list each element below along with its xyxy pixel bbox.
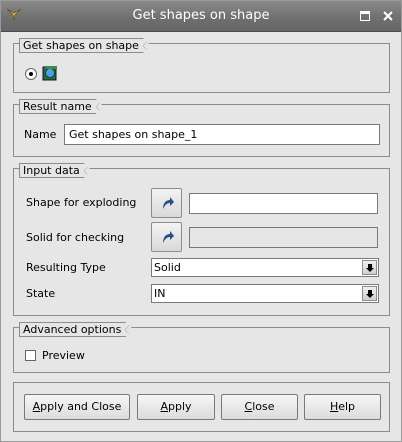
down-arrow-icon[interactable]	[362, 260, 377, 275]
apply-button[interactable]: Apply	[137, 394, 215, 420]
advanced-options-group-title: Advanced options	[19, 322, 133, 337]
preview-label: Preview	[42, 349, 85, 362]
close-icon[interactable]	[381, 9, 395, 23]
input-data-group-title: Input data	[19, 163, 92, 178]
resulting-type-value: Solid	[154, 261, 181, 274]
shape-constructor-icon	[42, 66, 57, 81]
solid-for-checking-label: Solid for checking	[26, 231, 125, 244]
shape-field[interactable]	[189, 193, 378, 214]
result-name-group-title: Result name	[19, 99, 104, 114]
state-value: IN	[154, 287, 166, 300]
solid-field[interactable]	[189, 227, 378, 248]
shapes-group-title: Get shapes on shape	[19, 38, 151, 53]
help-button[interactable]: Help	[304, 394, 381, 420]
advanced-options-group: Advanced options Preview	[13, 327, 390, 373]
title-bar: Get shapes on shape	[1, 1, 401, 32]
dialog-window: Get shapes on shape Get shapes on shape …	[0, 0, 402, 442]
close-button[interactable]: Close	[221, 394, 298, 420]
name-label: Name	[24, 128, 57, 141]
shape-select-button[interactable]	[151, 188, 182, 218]
apply-and-close-button[interactable]: Apply and Close	[24, 394, 130, 420]
state-label: State	[26, 287, 56, 300]
state-combo[interactable]: IN	[151, 284, 379, 303]
shapes-group: Get shapes on shape	[13, 43, 390, 93]
name-field[interactable]	[64, 124, 380, 145]
shape-for-exploding-label: Shape for exploding	[26, 196, 137, 209]
window-title: Get shapes on shape	[132, 8, 270, 23]
button-bar: Apply and Close Apply Close Help	[13, 382, 390, 432]
solid-select-button[interactable]	[151, 222, 182, 252]
preview-checkbox[interactable]	[25, 350, 36, 361]
maximize-icon[interactable]	[358, 9, 372, 23]
input-data-group: Input data Shape for exploding Solid for…	[13, 168, 390, 316]
constructor-radio[interactable]	[25, 68, 37, 80]
resulting-type-label: Resulting Type	[26, 261, 106, 274]
down-arrow-icon[interactable]	[362, 286, 377, 301]
select-arrow-icon	[163, 231, 174, 243]
resulting-type-combo[interactable]: Solid	[151, 258, 379, 277]
select-arrow-icon	[163, 197, 174, 209]
result-name-group: Result name Name	[13, 104, 390, 157]
